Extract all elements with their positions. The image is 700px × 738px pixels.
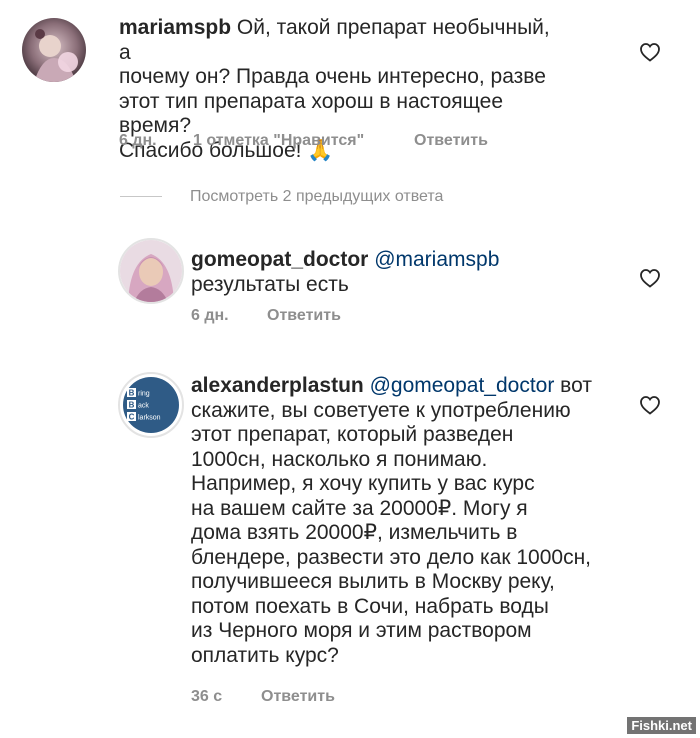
comment-meta-alexanderplastun: 36 с Ответить bbox=[191, 688, 491, 708]
like-button[interactable] bbox=[638, 393, 662, 417]
site-watermark: Fishki.net bbox=[627, 717, 696, 734]
comment-text-line: блендере, развести это дело как 1000сн, bbox=[191, 545, 591, 569]
comment-text-line: получившееся вылить в Москву реку, bbox=[191, 570, 555, 593]
comment-text-line: потом поехать в Сочи, набрать воды bbox=[191, 594, 549, 618]
comment-meta-gomeopat-doctor: 6 дн. Ответить bbox=[191, 307, 491, 327]
reply-button[interactable]: Ответить bbox=[414, 132, 488, 150]
bbc-letter: B bbox=[129, 401, 135, 410]
comment-text-line: из Черного моря и этим раствором bbox=[191, 619, 532, 642]
view-previous-label[interactable]: Посмотреть 2 предыдущих ответа bbox=[190, 188, 443, 205]
comment-text-line: Например, я хочу купить у вас курс bbox=[191, 472, 535, 495]
like-button[interactable] bbox=[638, 266, 662, 290]
reply-button[interactable]: Ответить bbox=[261, 688, 335, 706]
avatar-mariamspb[interactable] bbox=[22, 18, 86, 82]
comment-text-line: 1000сн, насколько я понимаю. bbox=[191, 447, 488, 471]
comment-text-line: оплатить курс? bbox=[191, 643, 339, 667]
comment-body-alexanderplastun: alexanderplastun @gomeopat_doctor вот ск… bbox=[191, 374, 631, 668]
divider-line bbox=[120, 196, 162, 198]
like-button[interactable] bbox=[638, 40, 662, 64]
mention-link[interactable]: @mariamspb bbox=[374, 248, 499, 271]
username-alexanderplastun[interactable]: alexanderplastun bbox=[191, 374, 364, 397]
comment-time: 6 дн. bbox=[191, 307, 229, 324]
reply-button[interactable]: Ответить bbox=[267, 307, 341, 325]
username-mariamspb[interactable]: mariamspb bbox=[119, 16, 231, 39]
view-previous-replies[interactable]: Посмотреть 2 предыдущих ответа bbox=[120, 188, 443, 206]
comment-text-line: результаты есть bbox=[191, 272, 349, 296]
avatar-alexanderplastun[interactable]: B ring B ack C larkson bbox=[118, 372, 184, 438]
bbc-word: ack bbox=[138, 403, 149, 410]
likes-count[interactable]: 1 отметка "Нравится" bbox=[193, 132, 364, 150]
bbc-word: ring bbox=[138, 391, 150, 398]
comment-body-gomeopat-doctor: gomeopat_doctor @mariamspb результаты ес… bbox=[191, 248, 631, 297]
bbc-letter: C bbox=[129, 413, 135, 422]
heart-outline-icon bbox=[640, 43, 660, 62]
comment-time: 6 дн. bbox=[119, 132, 157, 149]
heart-outline-icon bbox=[640, 269, 660, 288]
bbc-letter: B bbox=[129, 389, 135, 398]
comment-text-line: дома взять 20000₽, измельчить в bbox=[191, 521, 518, 544]
comment-meta-mariamspb: 6 дн. 1 отметка "Нравится" Ответить bbox=[119, 132, 539, 152]
username-gomeopat-doctor[interactable]: gomeopat_doctor bbox=[191, 248, 368, 271]
comment-text-line: на вашем сайте за 20000₽. Могу я bbox=[191, 496, 528, 520]
comment-text-line: скажите, вы советуете к употреблению bbox=[191, 398, 571, 422]
avatar-gomeopat-doctor[interactable] bbox=[118, 238, 184, 304]
comment-text-line: вот bbox=[554, 374, 592, 397]
heart-outline-icon bbox=[640, 396, 660, 415]
comment-text-line: этот препарат, который разведен bbox=[191, 423, 514, 446]
comment-text-line: почему он? Правда очень интересно, разве bbox=[119, 65, 546, 88]
comment-text-line: этот тип препарата хорош в настоящее вре… bbox=[119, 89, 504, 138]
mention-link[interactable]: @gomeopat_doctor bbox=[370, 374, 555, 397]
comment-time: 36 с bbox=[191, 688, 223, 705]
bbc-word: larkson bbox=[138, 415, 161, 422]
